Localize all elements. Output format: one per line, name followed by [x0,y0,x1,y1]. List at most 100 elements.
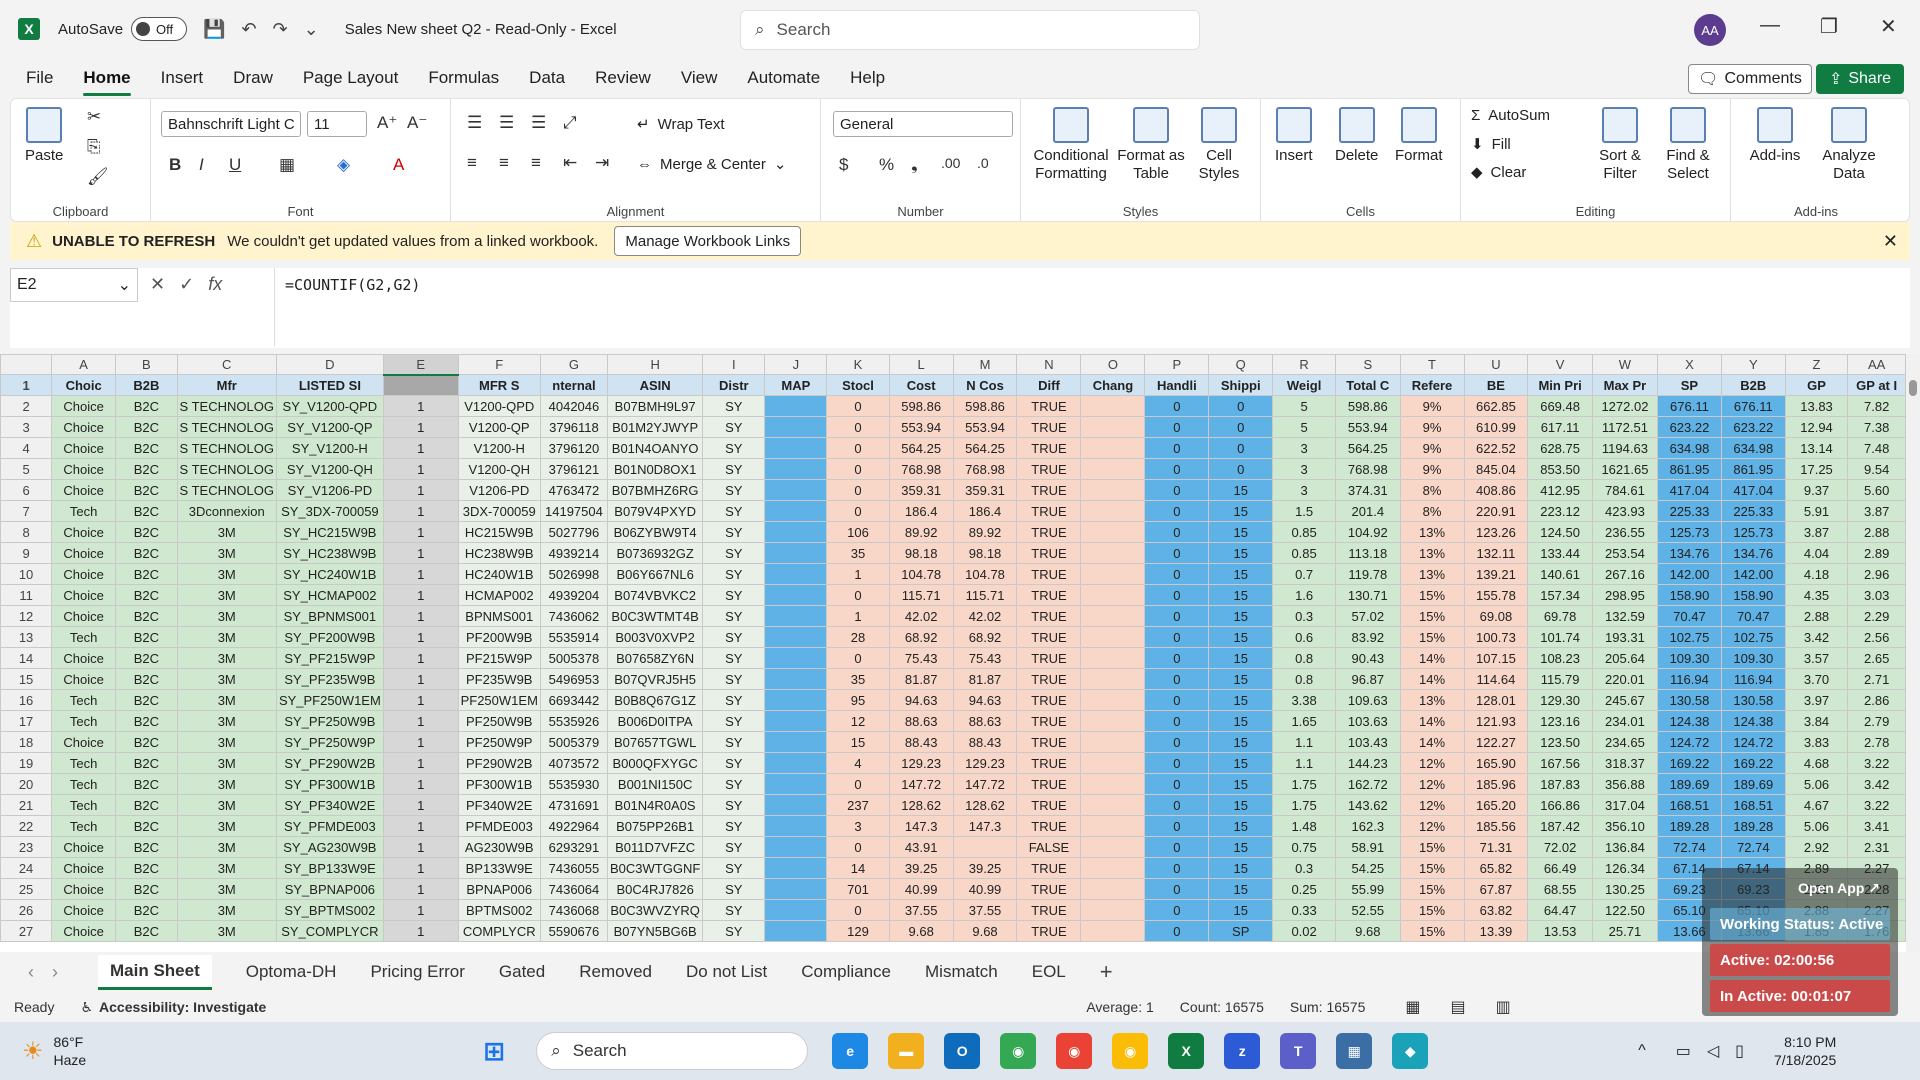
grid-cell[interactable]: 0 [826,773,890,795]
grid-cell[interactable]: 623.22 [1720,416,1786,438]
grid-cell[interactable]: 1 [382,857,459,879]
grid-cell[interactable]: 81.87 [888,668,954,690]
grid-cell[interactable]: 564.25 [1335,437,1401,459]
grid-cell[interactable]: 1.1 [1272,752,1337,774]
grid-cell[interactable]: SY_V1200-QPD [275,395,384,417]
grid-cell[interactable]: 205.64 [1591,647,1659,669]
grid-cell[interactable]: 13% [1399,542,1465,564]
grid-cell[interactable]: B2C [115,416,178,438]
grid-cell[interactable]: 0.33 [1272,899,1337,921]
grid-cell[interactable]: 4763472 [539,479,608,501]
row-header[interactable]: 7 [0,500,53,522]
grid-cell[interactable]: 598.86 [952,395,1018,417]
grid-cell[interactable]: 186.4 [952,500,1018,522]
file-explorer-icon[interactable]: ▬ [888,1033,925,1069]
merge-center-button[interactable]: ⇔ Merge & Center ⌄ [637,155,786,174]
autosave-toggle[interactable]: Off [131,17,188,41]
grid-cell[interactable]: 130.71 [1335,584,1401,606]
table-header-cell[interactable]: Choic [51,374,117,396]
grid-cell[interactable]: 68.92 [952,626,1018,648]
grid-cell[interactable]: 187.42 [1527,815,1593,837]
grid-cell[interactable]: SY_V1206-PD [275,479,384,501]
grid-cell[interactable]: 5496953 [539,668,608,690]
grid-cell[interactable]: 201.4 [1335,500,1401,522]
sheet-tab[interactable]: Mismatch [925,962,998,982]
grid-cell[interactable]: 2.56 [1847,626,1906,648]
grid-cell[interactable]: 165.20 [1463,794,1529,816]
grid-cell[interactable]: 669.48 [1527,395,1593,417]
grid-cell[interactable]: TRUE [1016,563,1082,585]
grid-cell[interactable]: 1 [382,878,459,900]
grid-cell[interactable]: 119.78 [1335,563,1401,585]
grid-cell[interactable]: 15 [1208,500,1274,522]
grid-cell[interactable]: 3M [176,794,277,816]
grid-cell[interactable]: 662.85 [1463,395,1529,417]
grid-cell[interactable]: 43.91 [888,836,954,858]
grid-cell[interactable]: 133.44 [1527,542,1593,564]
sheet-tab[interactable]: Removed [579,962,652,982]
table-header-cell[interactable]: Total C [1335,374,1401,396]
grid-cell[interactable]: 185.96 [1463,773,1529,795]
grid-cell[interactable] [764,752,828,774]
grid-cell[interactable]: B2C [115,815,178,837]
grid-cell[interactable]: 3.97 [1784,689,1849,711]
grid-cell[interactable] [1080,458,1146,480]
grid-cell[interactable]: 1 [826,605,890,627]
grid-cell[interactable]: 15 [1208,752,1274,774]
sheet-tab[interactable]: Gated [499,962,545,982]
zoom-icon[interactable]: z [1224,1033,1261,1069]
grid-cell[interactable]: 3.57 [1784,647,1849,669]
grid-cell[interactable]: 15 [1208,773,1274,795]
grid-cell[interactable]: 116.94 [1657,668,1722,690]
grid-cell[interactable]: 0 [1144,836,1210,858]
grid-cell[interactable]: 15% [1399,899,1465,921]
grid-cell[interactable]: Choice [51,605,117,627]
grid-cell[interactable]: SY [702,836,766,858]
grid-cell[interactable]: 14% [1399,731,1465,753]
grid-cell[interactable]: 15 [1208,668,1274,690]
grid-cell[interactable]: TRUE [1016,500,1082,522]
grid-cell[interactable]: 102.75 [1657,626,1722,648]
grid-cell[interactable]: 1 [382,437,459,459]
grid-cell[interactable]: Tech [51,626,117,648]
grid-cell[interactable]: 14 [826,857,890,879]
grid-cell[interactable]: 1 [382,752,459,774]
grid-cell[interactable] [1080,752,1146,774]
grid-cell[interactable]: TRUE [1016,458,1082,480]
grid-cell[interactable]: 423.93 [1591,500,1659,522]
grid-cell[interactable]: TRUE [1016,521,1082,543]
grid-cell[interactable]: 768.98 [952,458,1018,480]
grid-cell[interactable]: 122.27 [1463,731,1529,753]
grid-cell[interactable]: 0 [1144,395,1210,417]
grid-cell[interactable]: 220.91 [1463,500,1529,522]
table-header-cell[interactable]: BE [1463,374,1529,396]
grid-cell[interactable]: 5535930 [539,773,608,795]
grid-cell[interactable] [764,710,828,732]
tray-chevron-icon[interactable]: ^ [1638,1042,1646,1060]
column-header[interactable]: W [1591,354,1659,375]
grid-cell[interactable]: 126.34 [1591,857,1659,879]
table-header-cell[interactable]: B2B [1720,374,1786,396]
grid-cell[interactable]: B2C [115,437,178,459]
grid-cell[interactable]: Choice [51,668,117,690]
grid-cell[interactable]: 3M [176,542,277,564]
grid-cell[interactable]: 3.41 [1847,815,1906,837]
grid-cell[interactable]: B2C [115,458,178,480]
grid-cell[interactable]: 9% [1399,437,1465,459]
conditional-formatting-button[interactable]: Conditional Formatting [1031,107,1111,183]
grid-cell[interactable]: 104.92 [1335,521,1401,543]
grid-cell[interactable]: 0 [1144,479,1210,501]
grid-cell[interactable]: 0 [1144,521,1210,543]
grid-cell[interactable]: 1272.02 [1591,395,1659,417]
tab-page-layout[interactable]: Page Layout [303,62,398,94]
column-header[interactable]: I [702,354,766,375]
grid-cell[interactable]: 63.82 [1463,899,1529,921]
grid-cell[interactable]: S TECHNOLOG [176,479,277,501]
grid-cell[interactable]: 6293291 [539,836,608,858]
grid-cell[interactable]: 115.71 [952,584,1018,606]
grid-cell[interactable]: 13% [1399,689,1465,711]
chrome-icon[interactable]: ◉ [1000,1033,1037,1069]
grid-cell[interactable]: 0.75 [1272,836,1337,858]
grid-cell[interactable]: 124.72 [1720,731,1786,753]
row-header[interactable]: 2 [0,395,53,417]
